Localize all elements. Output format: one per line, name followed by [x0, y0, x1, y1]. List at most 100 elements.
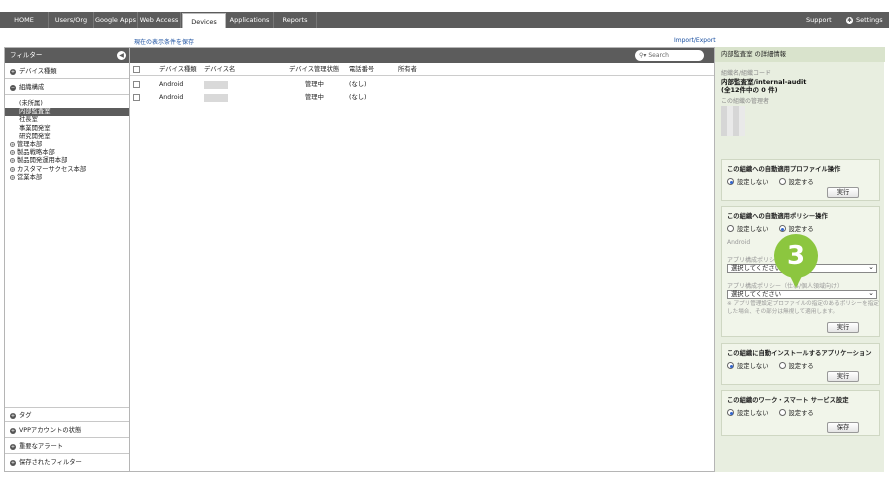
expand-icon[interactable]: + — [10, 142, 15, 147]
filter-section-tag[interactable]: + タグ — [5, 407, 129, 422]
nav-tab-devices[interactable]: Devices — [182, 13, 226, 28]
expand-icon: + — [10, 413, 16, 419]
org-tree-item[interactable]: + カスタマーサクセス本部 — [10, 166, 120, 174]
nav-tab-web-access[interactable]: Web Access — [138, 12, 181, 28]
radio-label: 設定しない — [737, 363, 769, 370]
org-tree-item[interactable]: 研究開発室 — [19, 133, 129, 141]
expand-icon[interactable]: + — [10, 166, 15, 172]
radio-icon — [727, 362, 734, 369]
gear-icon: ✱ — [846, 16, 853, 24]
filter-section-alerts[interactable]: + 重要なアラート — [5, 439, 129, 454]
col-device-type[interactable]: デバイス種類 — [159, 63, 197, 76]
org-tree-item[interactable]: + 営業本部 — [10, 174, 120, 182]
section-label: VPPアカウントの状態 — [19, 427, 82, 434]
row-checkbox[interactable] — [133, 81, 140, 88]
org-tree-item[interactable]: 事業開発室 — [19, 125, 129, 133]
col-management-status[interactable]: デバイス管理状態 — [289, 63, 339, 76]
radio-not-set[interactable]: 設定しない — [727, 409, 769, 417]
card-title: この組織への自動適用ポリシー操作 — [727, 213, 828, 220]
policy-note: ※ アプリ管理設定プロファイルの指定のあるポリシーを指定した場合、その部分は無視… — [727, 301, 879, 315]
radio-not-set[interactable]: 設定しない — [727, 178, 769, 186]
filter-section-device-type[interactable]: + デバイス種類 — [5, 64, 129, 79]
nav-tab-applications[interactable]: Applications — [226, 12, 274, 28]
execute-button[interactable]: 実行 — [827, 322, 859, 333]
radio-icon — [778, 362, 786, 369]
execute-button[interactable]: 実行 — [827, 187, 859, 198]
collapse-panel-icon[interactable]: ◀ — [117, 51, 126, 60]
auto-install-card: この組織に自動インストールするアプリケーション 設定しない 設定する 実行 — [721, 343, 880, 385]
org-tree-item-label: 研究開発室 — [19, 132, 51, 140]
search-input[interactable]: ⚲▾ Search — [635, 50, 704, 61]
top-navigation-bar: HOME Users/Org Google Apps Web Access De… — [0, 12, 889, 28]
org-tree-item[interactable]: (未所属) — [19, 100, 129, 108]
save-view-condition-link[interactable]: 現在の表示条件を保存 — [134, 37, 194, 46]
radio-label: 設定しない — [737, 410, 769, 417]
cell-status: 管理中 — [305, 81, 324, 88]
expand-icon[interactable]: + — [10, 158, 15, 164]
radio-set[interactable]: 設定する — [778, 225, 814, 233]
org-tree-item[interactable]: 内部監査室 — [5, 108, 129, 117]
filter-section-vpp[interactable]: + VPPアカウントの状態 — [5, 423, 129, 438]
radio-icon — [727, 225, 734, 232]
radio-label: 設定しない — [737, 179, 769, 186]
radio-group: 設定しない 設定する — [727, 224, 814, 233]
cell-phone: (なし) — [349, 94, 367, 101]
expand-icon: + — [10, 428, 16, 434]
work-smart-card: この組織のワーク・スマート サービス設定 設定しない 設定する 保存 — [721, 390, 880, 436]
collapse-icon: − — [10, 85, 16, 91]
policy1-label: アプリ構成ポリシー — [727, 257, 782, 264]
expand-icon: + — [10, 460, 16, 466]
section-label: タグ — [19, 412, 32, 419]
nav-tab-users-org[interactable]: Users/Org — [49, 12, 94, 28]
cell-phone: (なし) — [349, 81, 367, 88]
select-all-checkbox[interactable] — [133, 66, 140, 73]
table-row[interactable]: Android 管理中 (なし) — [130, 78, 714, 91]
col-owner[interactable]: 所有者 — [398, 63, 417, 76]
nav-tab-home[interactable]: HOME — [0, 12, 49, 28]
cell-status: 管理中 — [305, 94, 324, 101]
radio-label: 設定する — [788, 410, 814, 417]
expand-icon[interactable]: + — [10, 150, 15, 156]
cell-device-type: Android — [159, 94, 184, 101]
radio-icon — [778, 409, 786, 416]
org-tree-item-label: 事業開発室 — [19, 124, 51, 132]
execute-button[interactable]: 実行 — [827, 371, 859, 382]
list-toolbar: ⚲▾ Search — [130, 48, 714, 63]
import-export-link[interactable]: Import/Export — [674, 37, 716, 44]
col-phone[interactable]: 電話番号 — [349, 63, 374, 76]
save-button[interactable]: 保存 — [827, 422, 859, 433]
filter-section-org[interactable]: − 組織構成 — [5, 80, 129, 95]
col-device-name[interactable]: デバイス名 — [204, 63, 235, 76]
section-label: 組織構成 — [19, 84, 45, 91]
org-tree-item[interactable]: + 製品開発運用本部 — [10, 157, 120, 165]
nav-tab-google-apps[interactable]: Google Apps — [94, 12, 138, 28]
expand-icon[interactable]: + — [10, 174, 15, 180]
nav-tab-reports[interactable]: Reports — [274, 12, 317, 28]
row-checkbox[interactable] — [133, 94, 140, 101]
step-number-badge: 3 — [774, 234, 818, 278]
card-title: この組織に自動インストールするアプリケーション — [727, 350, 872, 357]
policy2-label: アプリ構成ポリシー（仕事/個人領域向け） — [727, 283, 844, 290]
org-tree-item[interactable]: + 製品戦略本部 — [10, 149, 120, 157]
card-title: この組織への自動適用プロファイル操作 — [727, 166, 841, 173]
policy2-select[interactable]: 選択してください — [727, 289, 877, 299]
table-row[interactable]: Android 管理中 (なし) — [130, 91, 714, 104]
radio-set[interactable]: 設定する — [778, 362, 814, 370]
org-tree-item[interactable]: 社長室 — [19, 116, 129, 124]
support-link[interactable]: Support — [806, 12, 832, 28]
radio-set[interactable]: 設定する — [778, 178, 814, 186]
org-device-count: (全12件中の 0 件) — [721, 86, 778, 94]
radio-icon — [727, 178, 734, 185]
filter-section-saved[interactable]: + 保存されたフィルター — [5, 455, 129, 470]
radio-not-set[interactable]: 設定しない — [727, 362, 769, 370]
card-title: この組織のワーク・スマート サービス設定 — [727, 397, 849, 404]
org-tree-item-label: 社長室 — [19, 116, 38, 124]
radio-set[interactable]: 設定する — [778, 409, 814, 417]
search-icon: ⚲▾ — [639, 52, 647, 59]
radio-icon — [727, 409, 734, 416]
search-placeholder: Search — [648, 52, 669, 59]
radio-not-set[interactable]: 設定しない — [727, 225, 768, 233]
org-tree-item[interactable]: + 管理本部 — [10, 141, 120, 149]
section-label: 保存されたフィルター — [19, 459, 82, 466]
settings-link[interactable]: ✱ Settings — [846, 12, 883, 28]
